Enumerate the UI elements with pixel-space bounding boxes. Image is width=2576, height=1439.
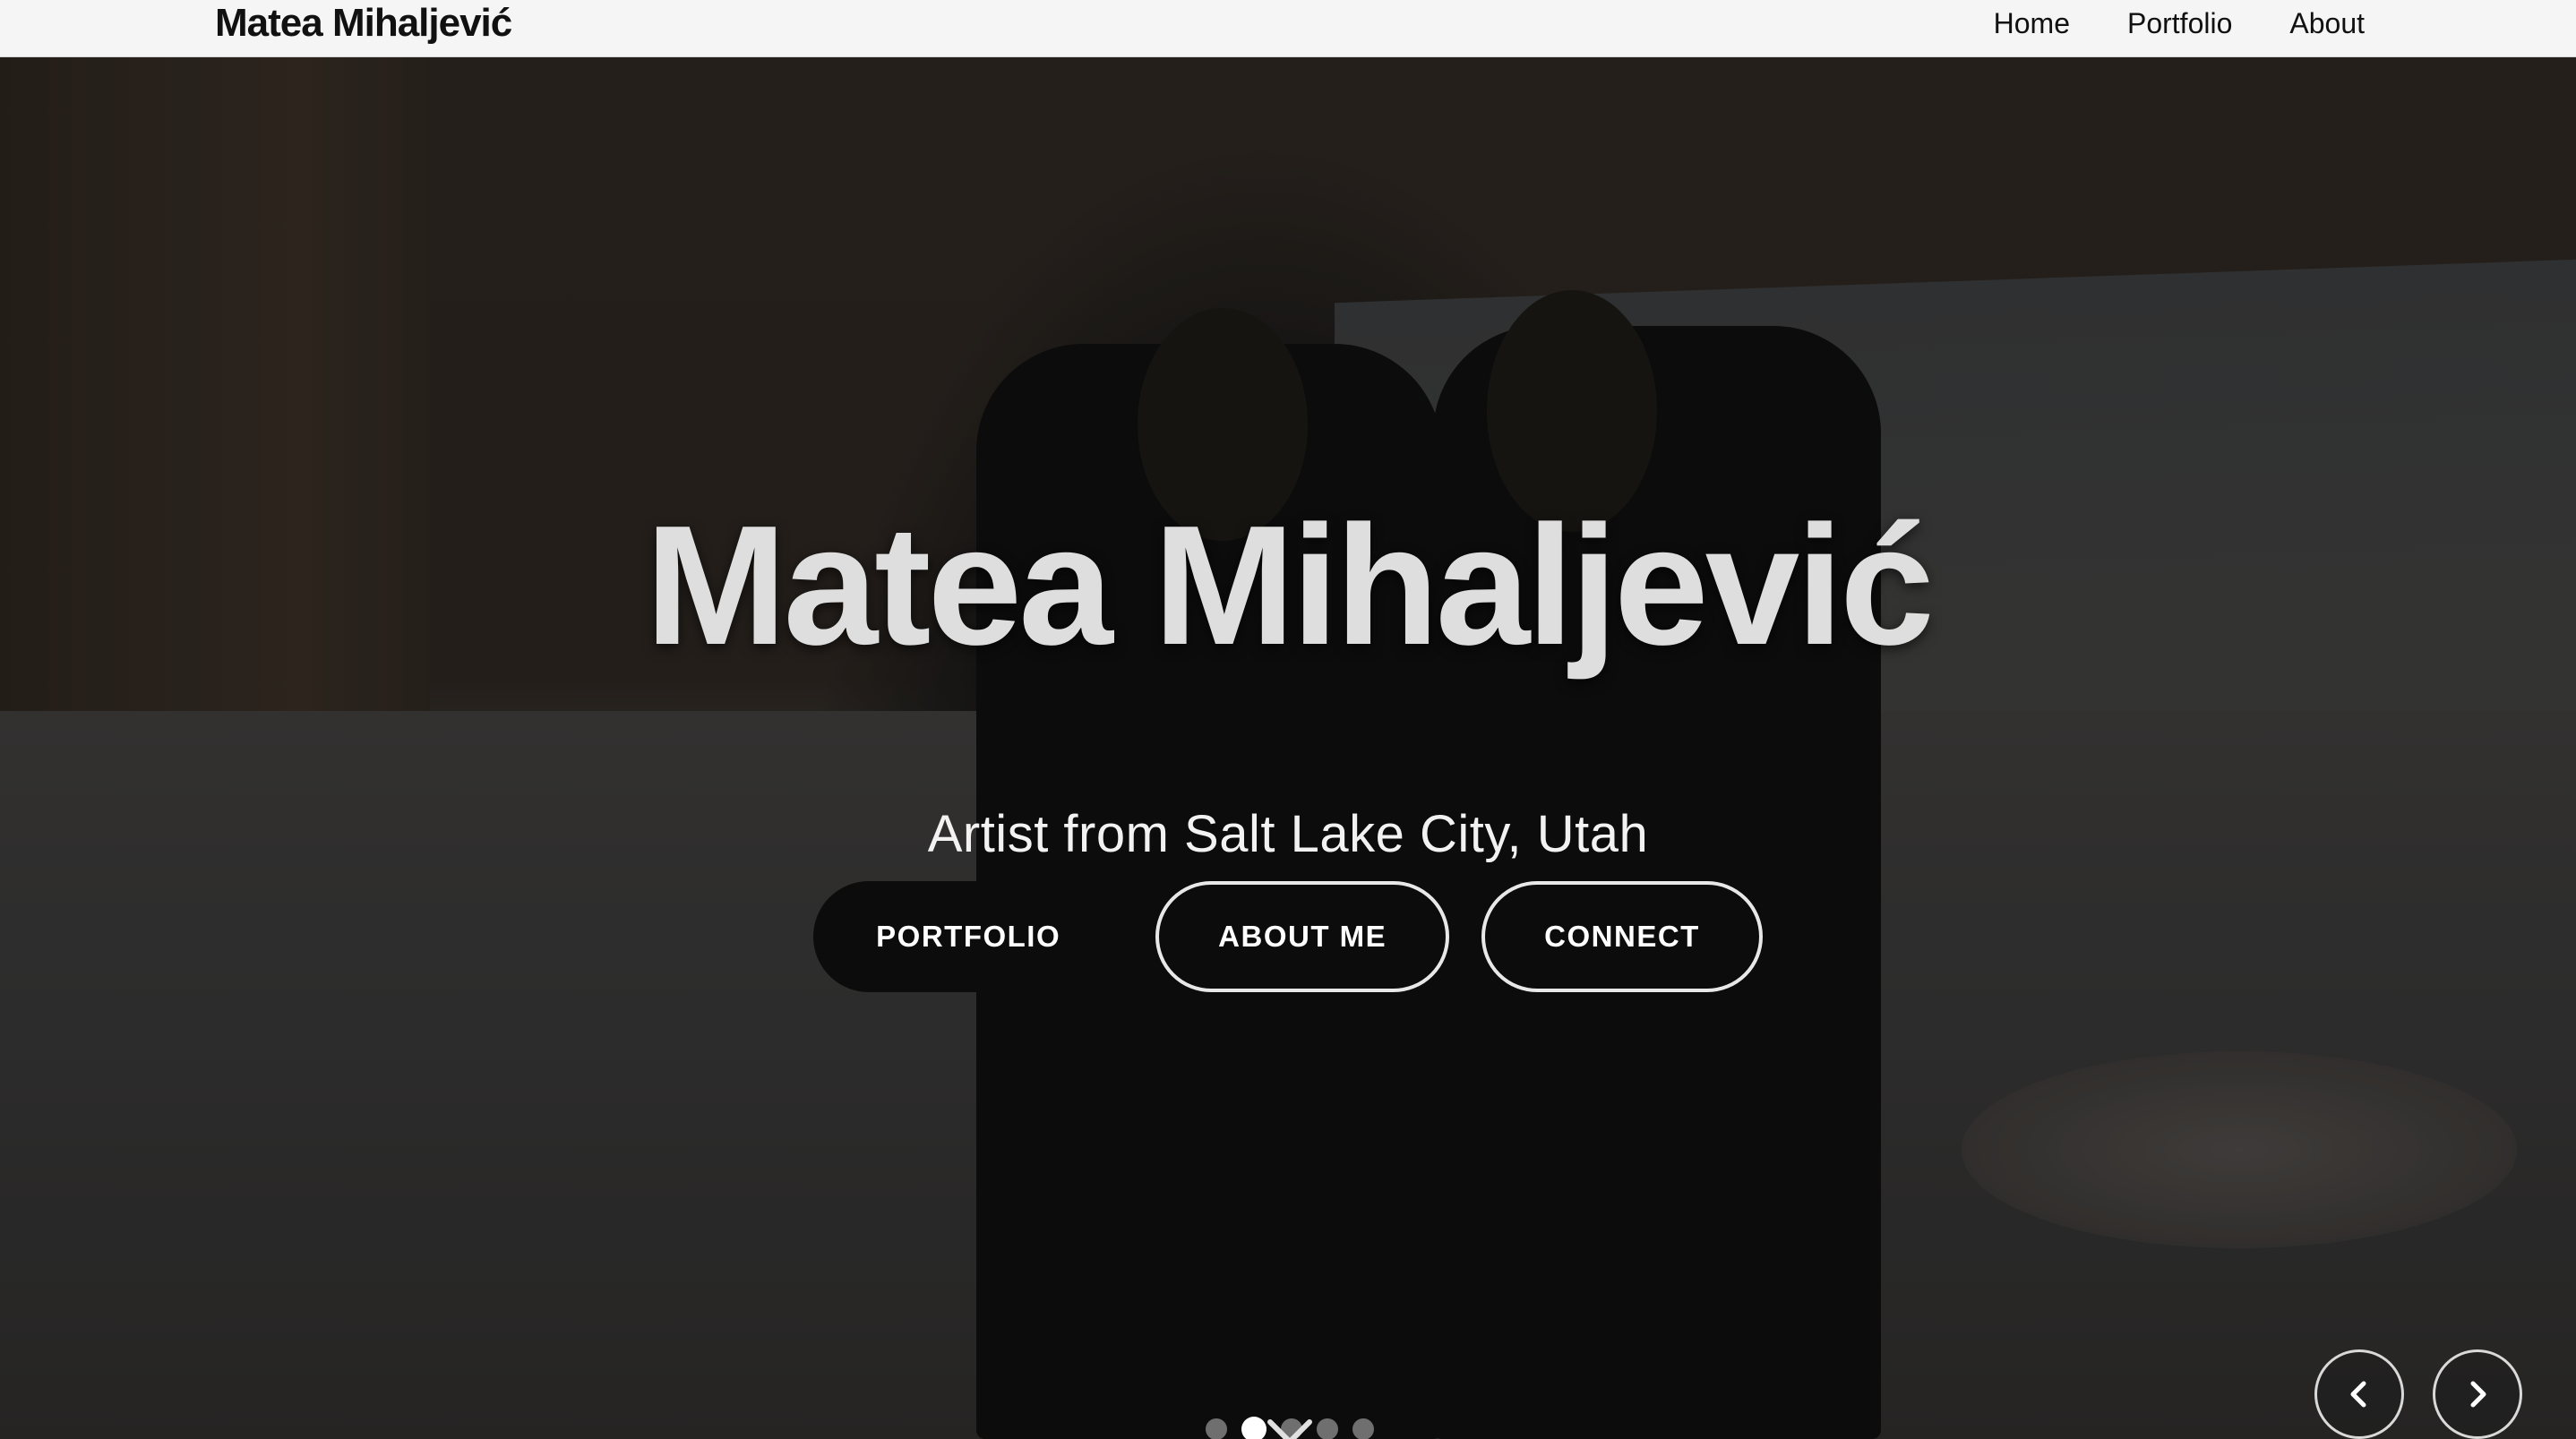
nav-link-portfolio[interactable]: Portfolio — [2127, 7, 2232, 40]
carousel-indicator[interactable] — [1206, 1418, 1227, 1439]
site-brand[interactable]: Matea Mihaljević — [215, 0, 512, 47]
portfolio-button[interactable]: PORTFOLIO — [813, 881, 1124, 992]
carousel-prev-button[interactable] — [2314, 1349, 2404, 1439]
hero-subtitle: Artist from Salt Lake City, Utah — [927, 805, 1649, 863]
nav-links: Home Portfolio About — [1994, 0, 2365, 47]
chevron-down-icon[interactable] — [1263, 1415, 1317, 1439]
hero-button-group: PORTFOLIO ABOUT ME CONNECT — [0, 881, 2576, 992]
carousel-next-button[interactable] — [2433, 1349, 2522, 1439]
top-navbar: Matea Mihaljević Home Portfolio About — [0, 0, 2576, 57]
nav-link-home[interactable]: Home — [1994, 7, 2070, 40]
hero-carousel: Matea Mihaljević Artist from Salt Lake C… — [0, 57, 2576, 1439]
connect-button[interactable]: CONNECT — [1481, 881, 1763, 992]
about-me-button[interactable]: ABOUT ME — [1155, 881, 1450, 992]
carousel-indicator[interactable] — [1352, 1418, 1374, 1439]
chevron-right-icon — [2470, 1381, 2486, 1408]
hero-title: Matea Mihaljević — [645, 491, 1935, 681]
nav-link-about[interactable]: About — [2289, 7, 2365, 40]
carousel-indicator[interactable] — [1317, 1418, 1338, 1439]
chevron-left-icon — [2350, 1381, 2366, 1408]
hero-dark-overlay — [0, 57, 2576, 1439]
